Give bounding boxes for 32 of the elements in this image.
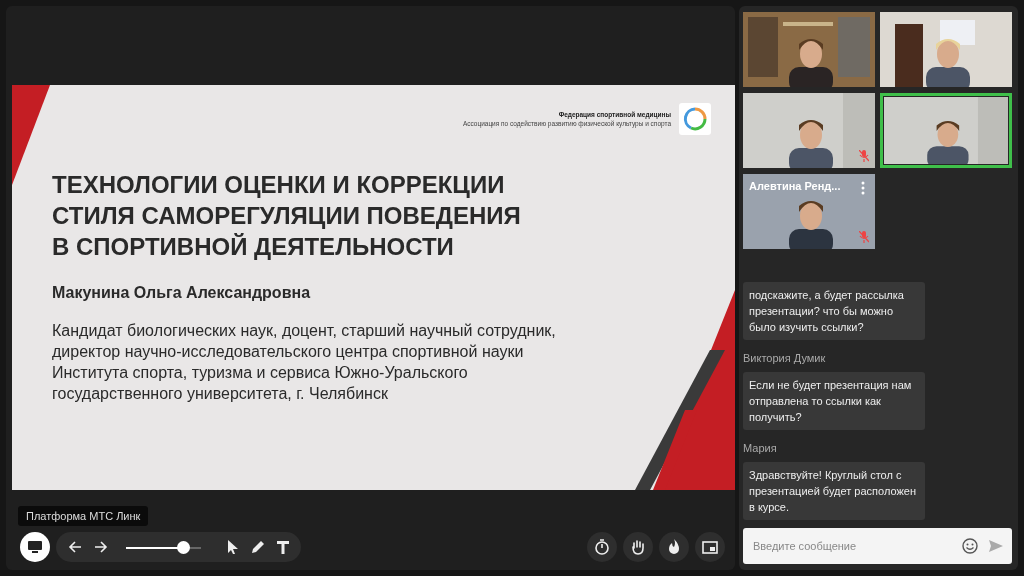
hand-icon bbox=[630, 539, 646, 555]
message-author: Виктория Думик bbox=[743, 352, 827, 364]
picture-in-picture-button[interactable] bbox=[695, 532, 725, 562]
slide-title: ТЕХНОЛОГИИ ОЦЕНКИ И КОРРЕКЦИИ bbox=[52, 170, 506, 200]
chat-message: Здравствуйте! Круглый стол с презентацией будет расположен в курсе. bbox=[743, 462, 925, 520]
stopwatch-icon bbox=[594, 539, 610, 555]
slide-title: В СПОРТИВНОЙ ДЕЯТЕЛЬНОСТИ bbox=[52, 232, 455, 262]
message-author: Мария bbox=[743, 442, 778, 454]
flame-icon bbox=[667, 539, 681, 555]
author-bio: Кандидат биологических наук, доцент, старший научный сотрудник, директор научно-исследовательского центра спортивной науки Института спорта, туризма и сервиса Южно-Уральского государственного университета, г. Челябинск bbox=[52, 321, 557, 404]
picture-in-picture-icon bbox=[702, 540, 718, 554]
timer-button[interactable] bbox=[587, 532, 617, 562]
pointer-icon[interactable] bbox=[227, 540, 239, 554]
screen-share-button[interactable] bbox=[20, 532, 50, 562]
more-options-icon[interactable] bbox=[861, 181, 865, 195]
participant-name: Алевтина Ренд... bbox=[749, 180, 841, 192]
slide-title: СТИЛЯ САМОРЕГУЛЯЦИИ ПОВЕДЕНИЯ bbox=[52, 201, 522, 231]
logo-icon bbox=[679, 103, 711, 135]
monitor-icon bbox=[27, 540, 43, 554]
flame-button[interactable] bbox=[659, 532, 689, 562]
emoji-icon[interactable] bbox=[962, 538, 978, 554]
back-arrow-icon[interactable] bbox=[68, 540, 82, 554]
pencil-icon[interactable] bbox=[251, 540, 265, 554]
chat-message: Если не будет презентация нам отправлена то ссылки как получить? bbox=[743, 372, 925, 430]
text-tool-icon[interactable] bbox=[277, 540, 289, 554]
message-input[interactable]: Введите сообщение bbox=[751, 539, 952, 553]
raise-hand-button[interactable] bbox=[623, 532, 653, 562]
platform-label: Платформа МТС Линк bbox=[18, 506, 149, 526]
author-name: Макунина Ольга Александровна bbox=[52, 284, 312, 302]
forward-arrow-icon[interactable] bbox=[94, 540, 108, 554]
chat-message: подскажите, а будет рассылка презентации? что бы можно было изучить ссылки? bbox=[743, 282, 925, 340]
message-input-field[interactable]: Введите сообщение bbox=[743, 528, 1012, 564]
